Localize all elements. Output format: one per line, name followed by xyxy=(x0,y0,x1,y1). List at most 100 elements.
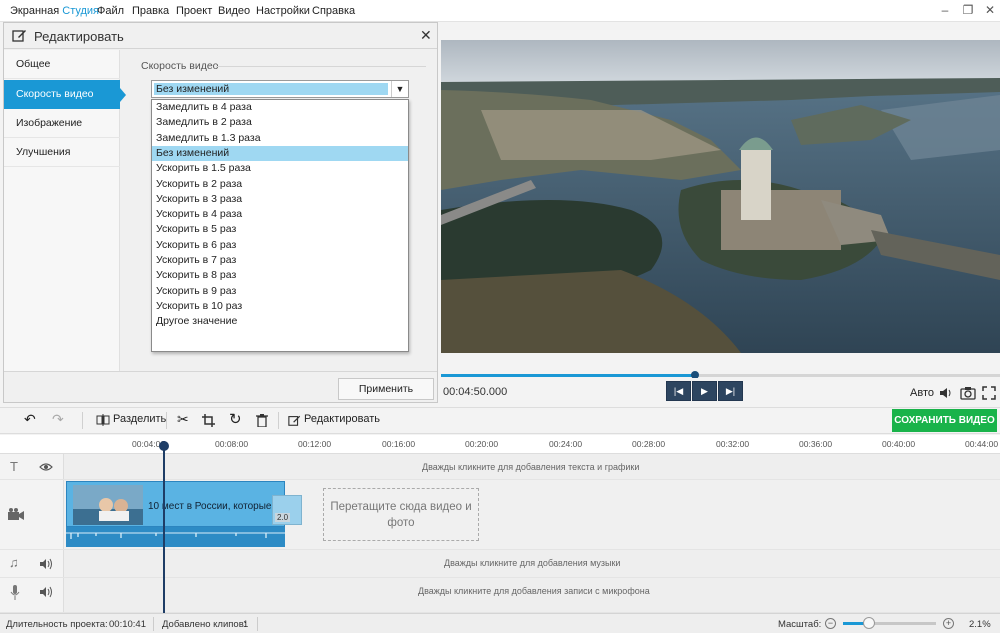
ruler-tick: 00:36:00 xyxy=(799,439,833,449)
option-fast-5x[interactable]: Ускорить в 5 раз xyxy=(152,222,408,237)
video-preview[interactable] xyxy=(441,40,1000,353)
restore-icon[interactable]: ❐ xyxy=(960,3,976,19)
skip-back-icon[interactable]: |◀ xyxy=(666,381,691,401)
ruler-tick: 00:12:00 xyxy=(298,439,332,449)
text-track-body[interactable]: Дважды кликните для добавления текста и … xyxy=(64,454,1000,479)
speed-select[interactable]: Без изменений ▼ xyxy=(151,80,409,98)
text-icon: T xyxy=(10,459,18,474)
mic-track[interactable]: Дважды кликните для добавления записи с … xyxy=(0,578,1000,613)
nav-general[interactable]: Общее xyxy=(4,50,120,79)
zoom-value: 2.1% xyxy=(969,619,991,630)
option-slow-2x[interactable]: Замедлить в 2 раза xyxy=(152,115,408,130)
option-fast-4x[interactable]: Ускорить в 4 раза xyxy=(152,207,408,222)
menu-file[interactable]: Файл xyxy=(97,5,124,17)
edit-panel: Редактировать ✕ Общее Скорость видео Изо… xyxy=(3,22,438,403)
trash-icon[interactable] xyxy=(256,414,268,427)
video-clip[interactable]: 10 мест в России, которые пер xyxy=(66,481,285,527)
ruler-tick: 00:28:00 xyxy=(632,439,666,449)
volume-icon[interactable] xyxy=(939,386,953,400)
option-slow-4x[interactable]: Замедлить в 4 раза xyxy=(152,100,408,115)
snapshot-camera-icon[interactable] xyxy=(960,385,976,400)
waveform-graphic xyxy=(66,532,285,539)
edit-panel-header: Редактировать ✕ xyxy=(4,23,437,49)
scissors-icon[interactable]: ✂ xyxy=(177,411,189,428)
text-track-hint: Дважды кликните для добавления текста и … xyxy=(422,462,640,472)
status-divider xyxy=(153,617,154,631)
eye-icon[interactable] xyxy=(39,462,53,472)
option-fast-9x[interactable]: Ускорить в 9 раз xyxy=(152,284,408,299)
mic-track-body[interactable]: Дважды кликните для добавления записи с … xyxy=(64,578,1000,612)
duration-label: Длительность проекта: xyxy=(6,619,108,630)
text-track-header: T xyxy=(0,454,64,479)
menu-settings[interactable]: Настройки xyxy=(256,5,310,17)
save-video-button[interactable]: СОХРАНИТЬ ВИДЕО xyxy=(892,409,997,432)
undo-icon[interactable]: ↶ xyxy=(24,411,36,428)
timeline-playhead[interactable] xyxy=(159,441,169,613)
edit-panel-title: Редактировать xyxy=(34,29,124,44)
app-name-accent: Студия xyxy=(62,5,100,17)
menu-help[interactable]: Справка xyxy=(312,5,355,17)
split-button[interactable]: Разделить xyxy=(113,413,166,425)
playback-progress[interactable] xyxy=(441,371,1000,379)
close-icon[interactable]: ✕ xyxy=(982,3,998,19)
option-fast-7x[interactable]: Ускорить в 7 раз xyxy=(152,253,408,268)
music-track-body[interactable]: Дважды кликните для добавления музыки xyxy=(64,550,1000,577)
mic-track-hint: Дважды кликните для добавления записи с … xyxy=(418,586,650,596)
chevron-down-icon[interactable]: ▼ xyxy=(391,81,408,97)
toolbar-divider xyxy=(82,412,83,429)
volume-icon[interactable] xyxy=(39,586,53,598)
option-fast-2x[interactable]: Ускорить в 2 раза xyxy=(152,177,408,192)
nav-enhancements[interactable]: Улучшения xyxy=(4,138,120,167)
redo-icon[interactable]: ↷ xyxy=(52,411,64,428)
option-no-change[interactable]: Без изменений xyxy=(152,145,408,162)
ruler-tick: 00:20:00 xyxy=(465,439,499,449)
play-icon[interactable]: ▶ xyxy=(692,381,717,401)
option-slow-1-3x[interactable]: Замедлить в 1.3 раза xyxy=(152,131,408,146)
playhead-handle[interactable] xyxy=(159,441,169,451)
option-fast-1-5x[interactable]: Ускорить в 1.5 раза xyxy=(152,161,408,176)
menu-bar: Экранная Студия Файл Правка Проект Видео… xyxy=(0,0,1000,22)
skip-forward-icon[interactable]: ▶| xyxy=(718,381,743,401)
nav-image[interactable]: Изображение xyxy=(4,109,120,138)
option-fast-3x[interactable]: Ускорить в 3 раза xyxy=(152,192,408,207)
ruler-tick: 00:08:00 xyxy=(215,439,249,449)
section-divider xyxy=(216,66,426,67)
ruler-tick: 00:40:00 xyxy=(882,439,916,449)
edit-icon xyxy=(12,30,26,42)
music-track[interactable]: ♫ Дважды кликните для добавления музыки xyxy=(0,550,1000,578)
panel-divider xyxy=(4,371,437,372)
rotate-icon[interactable]: ↻ xyxy=(229,410,242,428)
timeline-ruler[interactable]: 00:04:00 00:08:00 00:12:00 00:16:00 00:2… xyxy=(0,435,1000,454)
edit-nav: Общее Скорость видео Изображение Улучшен… xyxy=(4,50,126,371)
fullscreen-icon[interactable] xyxy=(982,386,996,400)
volume-icon[interactable] xyxy=(39,558,53,570)
music-track-hint: Дважды кликните для добавления музыки xyxy=(444,558,621,568)
zoom-out-icon[interactable]: − xyxy=(825,618,836,629)
option-fast-10x[interactable]: Ускорить в 10 раз xyxy=(152,299,408,314)
video-track-header xyxy=(0,480,64,549)
speed-select-value: Без изменений xyxy=(154,83,388,95)
option-fast-8x[interactable]: Ускорить в 8 раз xyxy=(152,268,408,283)
apply-button[interactable]: Применить xyxy=(338,378,434,400)
zoom-in-icon[interactable]: + xyxy=(943,618,954,629)
zoom-slider-knob[interactable] xyxy=(863,617,875,629)
media-dropzone[interactable]: Перетащите сюда видео и фото xyxy=(323,488,479,541)
text-track[interactable]: T Дважды кликните для добавления текста … xyxy=(0,454,1000,480)
option-fast-6x[interactable]: Ускорить в 6 раз xyxy=(152,238,408,253)
zoom-label: Масштаб: xyxy=(778,619,822,630)
transition-duration: 2.0 xyxy=(275,513,291,522)
video-camera-icon xyxy=(8,508,24,520)
crop-icon[interactable] xyxy=(202,414,215,427)
speed-dropdown-list: Замедлить в 4 раза Замедлить в 2 раза За… xyxy=(151,99,409,352)
option-custom[interactable]: Другое значение xyxy=(152,314,408,329)
menu-project[interactable]: Проект xyxy=(176,5,212,17)
menu-edit[interactable]: Правка xyxy=(132,5,169,17)
minimize-icon[interactable]: – xyxy=(937,3,953,19)
edit-button[interactable]: Редактировать xyxy=(304,413,380,425)
split-icon xyxy=(96,414,110,426)
menu-video[interactable]: Видео xyxy=(218,5,250,17)
clip-audio-waveform[interactable] xyxy=(66,527,285,547)
quality-auto[interactable]: Авто xyxy=(910,387,934,399)
nav-video-speed[interactable]: Скорость видео xyxy=(4,80,126,109)
close-icon[interactable]: ✕ xyxy=(420,27,432,44)
